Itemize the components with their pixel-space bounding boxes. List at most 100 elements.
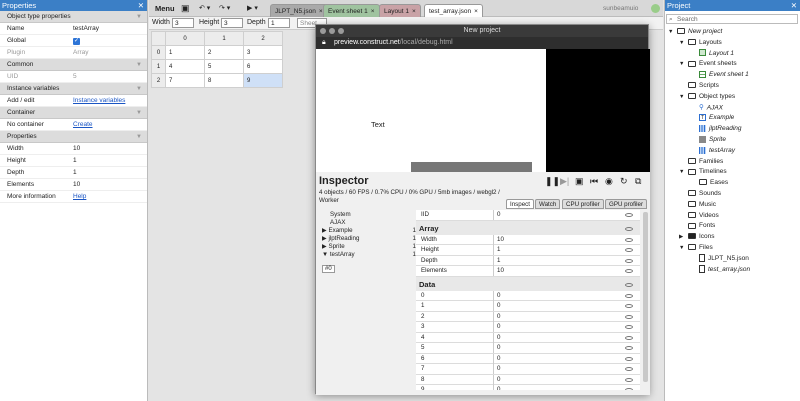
expand-arrow-icon[interactable]: ▼ <box>679 245 684 251</box>
width-field[interactable]: 3 <box>172 18 194 28</box>
close-dot-icon[interactable] <box>320 28 326 34</box>
tree-item[interactable]: jlptReading <box>699 124 742 134</box>
tree-item[interactable]: Videos <box>688 211 719 221</box>
editor-tab[interactable]: Event sheet 1 × <box>323 4 380 17</box>
expand-arrow-icon[interactable]: ▼ <box>679 169 684 175</box>
collapse-triangle-icon[interactable]: ▼ <box>136 107 142 119</box>
inspector-value[interactable]: 0 <box>497 343 500 354</box>
tree-item[interactable]: ⚲ AJAX <box>699 103 723 113</box>
tree-item[interactable]: New project <box>677 27 722 37</box>
property-value[interactable]: 1 <box>73 167 77 179</box>
property-section[interactable]: Properties ▼ <box>0 131 147 143</box>
tree-item[interactable]: Sounds <box>688 189 721 199</box>
watch-eye-icon[interactable] <box>625 293 633 298</box>
watch-eye-icon[interactable] <box>625 248 633 252</box>
tree-item[interactable]: T Example <box>699 113 734 123</box>
grid-cell[interactable]: 7 <box>165 73 205 88</box>
grid-cell[interactable]: 1 <box>165 45 205 60</box>
grid-cell[interactable]: 6 <box>243 59 283 74</box>
editor-tab[interactable]: test_array.json × <box>424 4 483 17</box>
search-input[interactable]: ⌕ Search <box>666 14 798 24</box>
grid-cell[interactable]: 9 <box>243 73 283 88</box>
tree-item[interactable]: Files <box>688 243 713 253</box>
property-value[interactable]: 5 <box>73 71 77 83</box>
inspector-value[interactable]: 1 <box>497 256 500 267</box>
watch-eye-icon[interactable] <box>625 356 633 361</box>
expand-arrow-icon[interactable]: ▼ <box>679 61 684 67</box>
inspector-value[interactable]: 0 <box>497 375 500 386</box>
property-value[interactable]: 10 <box>73 179 80 191</box>
tree-item[interactable]: Fonts <box>688 221 715 231</box>
instance-tag[interactable]: #0 <box>322 265 335 273</box>
watch-eye-icon[interactable] <box>625 304 633 308</box>
property-value[interactable]: 10 <box>73 143 80 155</box>
inspector-tab[interactable]: Inspect <box>506 199 534 209</box>
watch-eye-icon[interactable] <box>625 388 633 390</box>
checkbox[interactable]: ✓ <box>73 35 80 47</box>
object-list-item[interactable]: AJAX <box>320 219 416 227</box>
expand-arrow-icon[interactable]: ▼ <box>668 29 673 35</box>
tree-item[interactable]: Music <box>688 200 716 210</box>
pause-icon[interactable]: ❚❚ <box>545 176 560 187</box>
popout-icon[interactable]: ⧉ <box>635 176 641 187</box>
property-section[interactable]: Object type properties ▼ <box>0 11 147 23</box>
menu-button[interactable]: Menu <box>155 3 175 14</box>
watch-eye-icon[interactable] <box>625 269 633 273</box>
watch-eye-icon[interactable] <box>625 226 633 231</box>
tree-item[interactable]: Event sheets <box>688 59 737 69</box>
object-list-item[interactable]: ▼ testArray 1 <box>320 251 416 259</box>
play-button[interactable]: ▶ ▾ <box>247 3 258 14</box>
watch-eye-icon[interactable] <box>625 314 633 319</box>
tree-item[interactable]: JLPT_N5.json <box>699 254 749 264</box>
tree-item[interactable]: testArray <box>699 146 735 156</box>
maximize-dot-icon[interactable] <box>338 28 344 34</box>
property-value[interactable]: Array <box>73 47 89 59</box>
expand-arrow-icon[interactable]: ▼ <box>679 40 684 46</box>
depth-field[interactable]: 1 <box>268 18 290 28</box>
editor-tab[interactable]: Layout 1 × <box>379 4 421 17</box>
inspector-value[interactable]: 10 <box>497 235 504 246</box>
editor-tab[interactable]: JLPT_N5.json × <box>270 4 328 17</box>
close-icon[interactable]: ✕ <box>791 0 797 11</box>
tree-item[interactable]: Object types <box>688 92 735 102</box>
grid-cell[interactable]: 2 <box>204 45 244 60</box>
tab-close-icon[interactable]: × <box>412 8 416 15</box>
load-state-icon[interactable]: ⏮ <box>590 176 598 187</box>
collapse-triangle-icon[interactable]: ▼ <box>136 131 142 143</box>
tree-item[interactable]: Layout 1 <box>699 49 734 59</box>
tree-item[interactable]: Event sheet 1 <box>699 70 749 80</box>
property-section[interactable]: Container ▼ <box>0 107 147 119</box>
collapse-triangle-icon[interactable]: ▼ <box>136 83 142 95</box>
scrollbar[interactable] <box>643 212 648 382</box>
camera-icon[interactable]: ◉ <box>605 176 613 187</box>
inspector-value[interactable]: 0 <box>497 333 500 344</box>
redo-button[interactable]: ↷ ▾ <box>219 3 230 14</box>
inspector-value[interactable]: 0 <box>497 385 500 390</box>
grid-cell[interactable]: 3 <box>243 45 283 60</box>
watch-eye-icon[interactable] <box>625 346 633 350</box>
inspector-value[interactable]: 0 <box>497 210 500 221</box>
height-field[interactable]: 3 <box>221 18 243 28</box>
undo-button[interactable]: ↶ ▾ <box>199 3 210 14</box>
save-state-icon[interactable]: ▣ <box>575 176 584 187</box>
object-list-item[interactable]: ▶ Example 1 <box>320 227 416 235</box>
object-list-item[interactable]: System <box>320 211 416 219</box>
game-canvas[interactable]: Text <box>316 49 650 172</box>
inspector-value[interactable]: 0 <box>497 322 500 333</box>
inspector-value[interactable]: 0 <box>497 364 500 375</box>
property-link[interactable]: Create <box>73 119 93 131</box>
tree-item[interactable]: Timelines <box>688 167 727 177</box>
expand-arrow-icon[interactable]: ▼ <box>679 94 684 100</box>
url-bar[interactable]: 🔒︎ preview.construct.net/local/debug.htm… <box>316 37 648 49</box>
tree-item[interactable]: Layouts <box>688 38 722 48</box>
inspector-tab[interactable]: GPU profiler <box>605 199 648 209</box>
tree-item[interactable]: Icons <box>688 232 715 242</box>
tab-close-icon[interactable]: × <box>474 8 478 15</box>
grid-cell[interactable]: 8 <box>204 73 244 88</box>
inspector-value[interactable]: 10 <box>497 266 504 277</box>
object-list-item[interactable]: ▶ jlptReading 1 <box>320 235 416 243</box>
property-value[interactable]: 1 <box>73 155 77 167</box>
watch-eye-icon[interactable] <box>625 258 633 263</box>
object-list-item[interactable]: ▶ Sprite 1 <box>320 243 416 251</box>
expand-arrow-icon[interactable]: ▶ <box>679 234 683 240</box>
